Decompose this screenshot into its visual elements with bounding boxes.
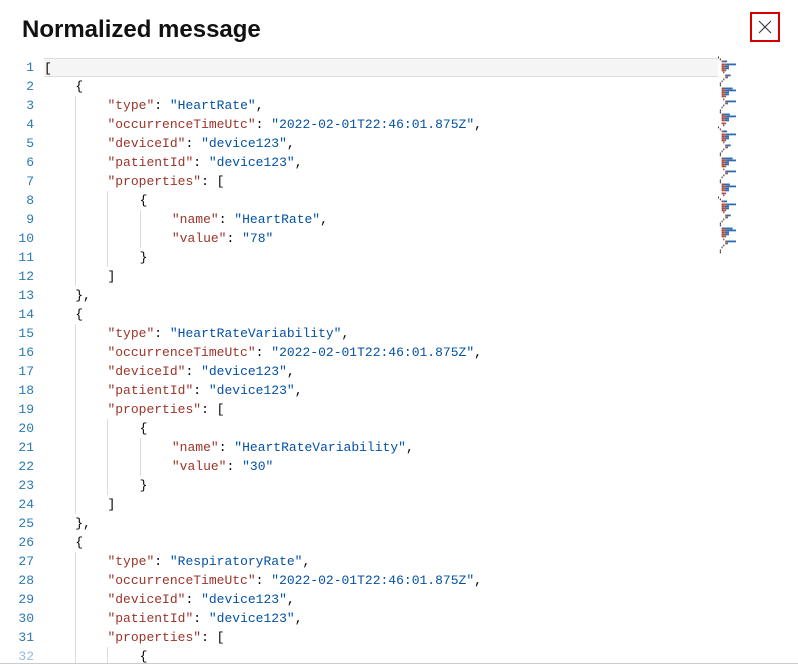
panel-title: Normalized message <box>22 16 261 44</box>
line-number: 8 <box>0 191 44 210</box>
line-number: 12 <box>0 267 44 286</box>
line-number: 20 <box>0 419 44 438</box>
line-number: 31 <box>0 628 44 647</box>
line-number: 25 <box>0 514 44 533</box>
line-number: 14 <box>0 305 44 324</box>
line-number: 22 <box>0 457 44 476</box>
code-line: } <box>44 476 718 495</box>
code-line: "patientId": "device123", <box>44 153 718 172</box>
code-line: { <box>44 533 718 552</box>
line-number: 13 <box>0 286 44 305</box>
close-button[interactable] <box>750 12 780 42</box>
code-line: "type": "HeartRate", <box>44 96 718 115</box>
line-number: 10 <box>0 229 44 248</box>
code-line: { <box>44 419 718 438</box>
code-line: "type": "HeartRateVariability", <box>44 324 718 343</box>
code-line: "occurrenceTimeUtc": "2022-02-01T22:46:0… <box>44 115 718 134</box>
line-number: 29 <box>0 590 44 609</box>
code-line: { <box>44 191 718 210</box>
line-number: 3 <box>0 96 44 115</box>
code-line: } <box>44 248 718 267</box>
code-line: "name": "HeartRate", <box>44 210 718 229</box>
line-number: 6 <box>0 153 44 172</box>
line-number-gutter: 1234567891011121314151617181920212223242… <box>0 56 44 663</box>
line-number: 7 <box>0 172 44 191</box>
line-number: 11 <box>0 248 44 267</box>
line-number: 28 <box>0 571 44 590</box>
line-number: 30 <box>0 609 44 628</box>
code-line: "occurrenceTimeUtc": "2022-02-01T22:46:0… <box>44 571 718 590</box>
code-line: ] <box>44 495 718 514</box>
code-line: }, <box>44 286 718 305</box>
line-number: 2 <box>0 77 44 96</box>
code-line: { <box>44 77 718 96</box>
line-number: 32 <box>0 647 44 663</box>
code-line: "value": "78" <box>44 229 718 248</box>
code-line: }, <box>44 514 718 533</box>
panel-header: Normalized message <box>0 0 798 56</box>
code-line: "type": "RespiratoryRate", <box>44 552 718 571</box>
line-number: 17 <box>0 362 44 381</box>
code-content[interactable]: [ { "type": "HeartRate", "occurrenceTime… <box>44 56 718 663</box>
code-editor[interactable]: 1234567891011121314151617181920212223242… <box>0 56 798 663</box>
line-number: 18 <box>0 381 44 400</box>
code-line: "name": "HeartRateVariability", <box>44 438 718 457</box>
code-line: { <box>44 305 718 324</box>
line-number: 9 <box>0 210 44 229</box>
code-line: "occurrenceTimeUtc": "2022-02-01T22:46:0… <box>44 343 718 362</box>
line-number: 15 <box>0 324 44 343</box>
line-number: 23 <box>0 476 44 495</box>
code-line: "deviceId": "device123", <box>44 362 718 381</box>
line-number: 19 <box>0 400 44 419</box>
normalized-message-panel: Normalized message 123456789101112131415… <box>0 0 798 664</box>
code-line: "patientId": "device123", <box>44 609 718 628</box>
code-line: "properties": [ <box>44 400 718 419</box>
line-number: 16 <box>0 343 44 362</box>
close-icon <box>758 20 772 34</box>
line-number: 4 <box>0 115 44 134</box>
code-line: "deviceId": "device123", <box>44 134 718 153</box>
code-line: "properties": [ <box>44 628 718 647</box>
code-line: "properties": [ <box>44 172 718 191</box>
line-number: 21 <box>0 438 44 457</box>
code-line: "patientId": "device123", <box>44 381 718 400</box>
code-line: "deviceId": "device123", <box>44 590 718 609</box>
minimap[interactable]: █ █ ██████ ████████████████ ████████ ███… <box>718 56 798 663</box>
line-number: 5 <box>0 134 44 153</box>
line-number: 1 <box>0 58 44 77</box>
code-line: ] <box>44 267 718 286</box>
line-number: 24 <box>0 495 44 514</box>
code-line: "value": "30" <box>44 457 718 476</box>
line-number: 27 <box>0 552 44 571</box>
code-line: { <box>44 647 718 663</box>
code-line: [ <box>44 58 718 77</box>
line-number: 26 <box>0 533 44 552</box>
